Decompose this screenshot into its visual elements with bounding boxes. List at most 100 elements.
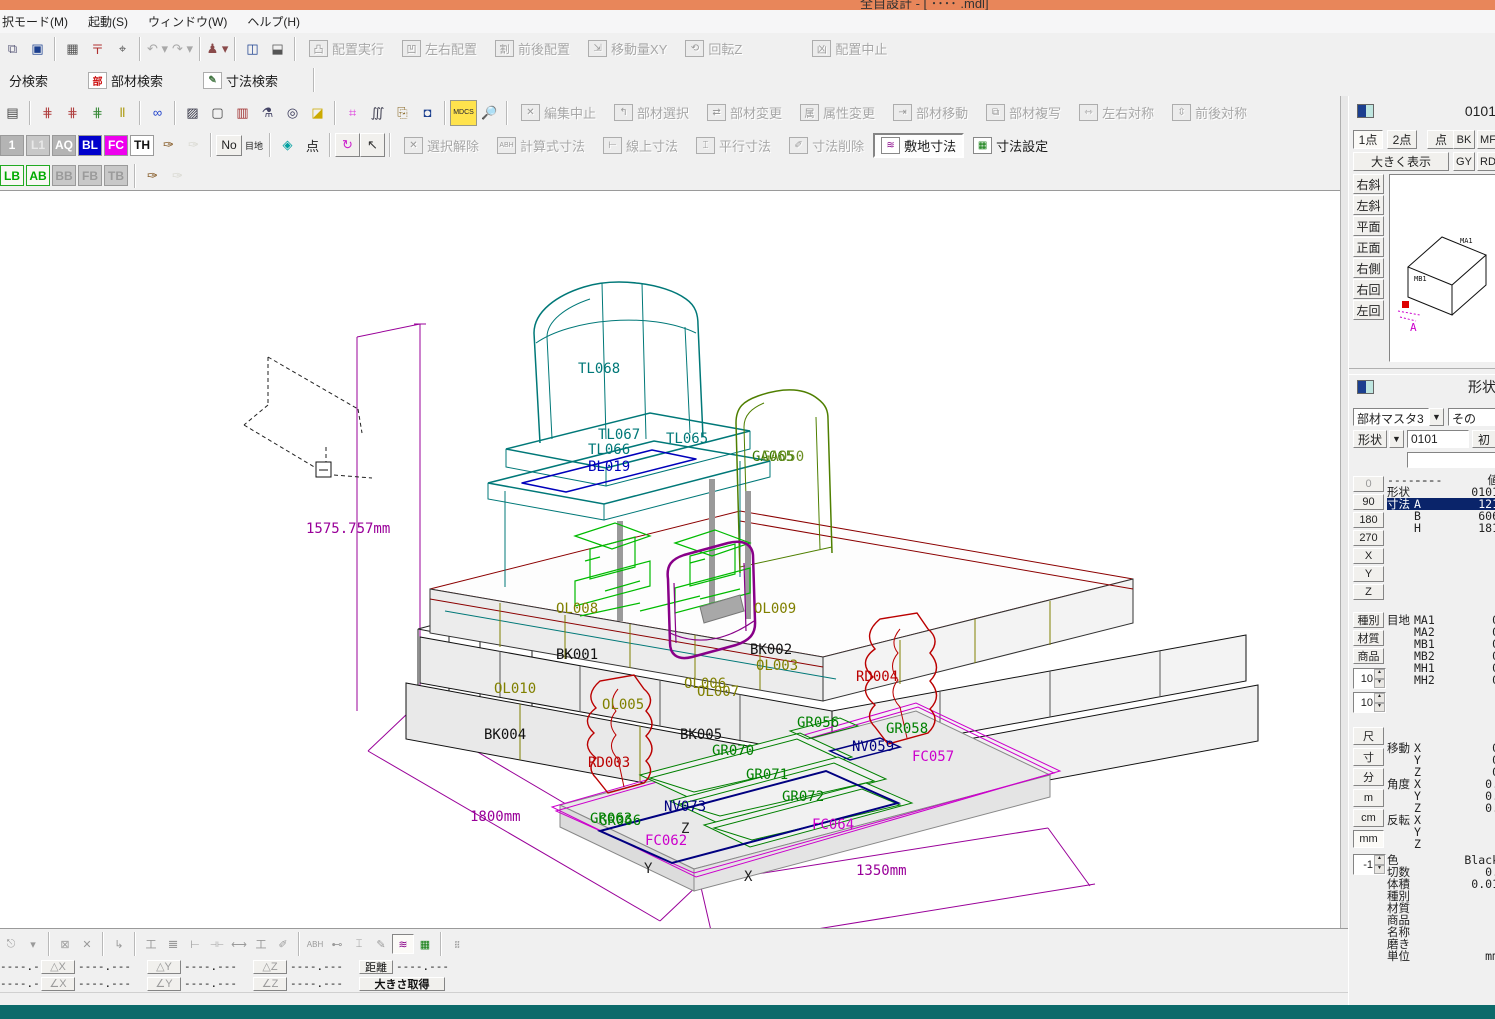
layer-button-item-fc[interactable]: FC (104, 135, 128, 156)
dim-setting-icon[interactable]: ▦ (414, 934, 436, 954)
paint-color-icon[interactable]: ✑ (140, 164, 165, 188)
shape-button[interactable]: 形状 (1353, 430, 1387, 448)
mdcs-icon[interactable]: MDCS (450, 100, 477, 126)
placement-item-[interactable]: 凸配置実行 (300, 37, 393, 60)
shape-name-field[interactable] (1407, 452, 1495, 468)
unit-item-[interactable]: 寸 (1353, 748, 1384, 766)
property-row[interactable]: Y0 (1387, 754, 1495, 766)
placement-item-xy[interactable]: ⇲移動量XY (579, 37, 676, 60)
redo-icon[interactable]: ↷ ▾ (170, 37, 195, 61)
menu-item-h[interactable]: ヘルプ(H) (237, 10, 310, 33)
corner-item-bk[interactable]: BK (1453, 130, 1475, 149)
axis-x[interactable]: X (1353, 548, 1384, 564)
dim-item-[interactable]: ▦寸法設定 (964, 134, 1057, 157)
unit-item-m[interactable]: m (1353, 789, 1384, 807)
spinner-arrows-icon[interactable]: ▲▼ (1374, 693, 1385, 712)
unit-item-[interactable]: 尺 (1353, 727, 1384, 745)
panel-header-top[interactable]: 0101 (1351, 100, 1495, 122)
blend-button-item-ab[interactable]: AB (26, 165, 50, 186)
tile-window-icon[interactable]: ◫ (240, 37, 265, 61)
spinner-up-icon[interactable]: ▲ (1374, 669, 1385, 679)
property-row[interactable]: 反転X (1387, 814, 1495, 826)
columns-a-icon[interactable]: ⋕ (35, 101, 60, 125)
corner-item-gy[interactable]: GY (1453, 152, 1475, 171)
axis-z[interactable]: Z (1353, 584, 1384, 600)
master-dropdown-arrow-icon[interactable]: ▼ (1429, 408, 1444, 426)
scale-spinner[interactable]: 10▲▼ (1353, 692, 1386, 713)
curve-icon[interactable]: ∭ (365, 101, 390, 125)
view-item-[interactable]: 右側 (1353, 258, 1384, 278)
spinner-up-icon[interactable]: ▲ (1374, 855, 1385, 865)
status-button-item-x[interactable]: △X (41, 960, 75, 974)
dropdown-icon[interactable]: ▾ (22, 934, 44, 954)
unit-item-mm[interactable]: mm (1353, 830, 1384, 848)
property-row[interactable]: 寸法A121 (1387, 498, 1495, 510)
property-row[interactable]: B606 (1387, 510, 1495, 522)
status-button-item-y[interactable]: ∠Y (147, 977, 181, 991)
dim-item-[interactable]: ⊢線上寸法 (594, 134, 687, 157)
copy-icon[interactable]: ⧉ (0, 37, 25, 61)
list-icon[interactable]: ▤ (0, 101, 25, 125)
property-row[interactable]: 目地MA10 (1387, 614, 1495, 626)
master2-dropdown-value[interactable]: その (1448, 408, 1495, 426)
target-icon[interactable]: ◎ (280, 101, 305, 125)
save-icon[interactable]: ◘ (415, 101, 440, 125)
rotate-90[interactable]: 90 (1353, 494, 1384, 510)
menu-item-w[interactable]: ウィンドウ(W) (138, 10, 237, 33)
redirect-icon[interactable]: ↳ (108, 934, 130, 954)
dim-span-icon[interactable]: ⟷ (228, 934, 250, 954)
blend-button-item-fb[interactable]: FB (78, 165, 102, 186)
status-button-item-z[interactable]: △Z (253, 960, 287, 974)
note-icon[interactable]: ◪ (305, 101, 330, 125)
status-button-item-[interactable]: 大きさ取得 (359, 977, 445, 991)
category-item-[interactable]: 材質 (1353, 630, 1384, 646)
spinner-down-icon[interactable]: ▼ (1374, 703, 1385, 713)
spinner-down-icon[interactable]: ▼ (1374, 865, 1385, 875)
dim-item-[interactable]: ≋敷地寸法 (873, 133, 964, 158)
property-row[interactable]: 角度X0. (1387, 778, 1495, 790)
span-icon[interactable]: Ⅱ (110, 101, 135, 125)
property-row[interactable]: 単位mm (1387, 950, 1495, 962)
edit-item-[interactable]: ⇄部材変更 (698, 101, 791, 124)
pencil-icon[interactable]: ✐ (272, 934, 294, 954)
ruler-small-icon[interactable]: ⊷ (326, 934, 348, 954)
dim-height2-icon[interactable]: 𝌆 (162, 934, 184, 954)
property-row[interactable]: MB10 (1387, 638, 1495, 650)
spinner-up-icon[interactable]: ▲ (1374, 693, 1385, 703)
spinner-arrows-icon[interactable]: ▲▼ (1374, 669, 1385, 688)
property-row[interactable]: MA20 (1387, 626, 1495, 638)
columns-b-icon[interactable]: ⋕ (60, 101, 85, 125)
edit-item-[interactable]: ⧉部材複写 (977, 101, 1070, 124)
meji-button[interactable]: 目地 (243, 139, 265, 152)
status-button-item-x[interactable]: ∠X (41, 977, 75, 991)
edit-item-[interactable]: ↰部材選択 (605, 101, 698, 124)
table-icon[interactable]: ▦ (60, 37, 85, 61)
paste-icon[interactable]: ▣ (25, 37, 50, 61)
rotate-0[interactable]: 0 (1353, 476, 1384, 492)
rotate-pick-icon[interactable]: ↻ (335, 133, 360, 157)
edit-item-[interactable]: ✕編集中止 (512, 101, 605, 124)
category-item-[interactable]: 商品 (1353, 648, 1384, 664)
property-row[interactable]: H181 (1387, 522, 1495, 534)
dim-item-[interactable]: ABH計算式寸法 (488, 134, 594, 157)
clipboard-icon[interactable]: ⎘ (390, 101, 415, 125)
property-list[interactable]: -----------値形状0101寸法A121B606H181目地MA10MA… (1387, 474, 1495, 962)
paint-clear-icon[interactable]: ✑ (181, 133, 206, 157)
axis-y[interactable]: Y (1353, 566, 1384, 582)
panel-header-shape[interactable]: 形状 (1351, 376, 1495, 398)
status-button-item-[interactable]: 距離 (359, 960, 393, 974)
undo-icon[interactable]: ↶ ▾ (145, 37, 170, 61)
paint-color-icon[interactable]: ✑ (156, 133, 181, 157)
layer-button-item-aq[interactable]: AQ (52, 135, 76, 156)
spinner-down-icon[interactable]: ▼ (1374, 679, 1385, 689)
point-button[interactable]: 点 (300, 133, 325, 157)
status-button-item-y[interactable]: △Y (147, 960, 181, 974)
dim-edit-icon[interactable]: ✎ (370, 934, 392, 954)
placement-item-z[interactable]: ⟲回転Z (676, 37, 751, 60)
view-item-[interactable]: 右斜 (1353, 174, 1384, 194)
shape-preview[interactable]: MA1 MB1 A (1389, 174, 1495, 362)
offset-spinner[interactable]: -1▲▼ (1353, 854, 1386, 875)
rotate-270[interactable]: 270 (1353, 530, 1384, 546)
menu-item-s[interactable]: 起動(S) (78, 10, 138, 33)
property-row[interactable]: MH20 (1387, 674, 1495, 686)
